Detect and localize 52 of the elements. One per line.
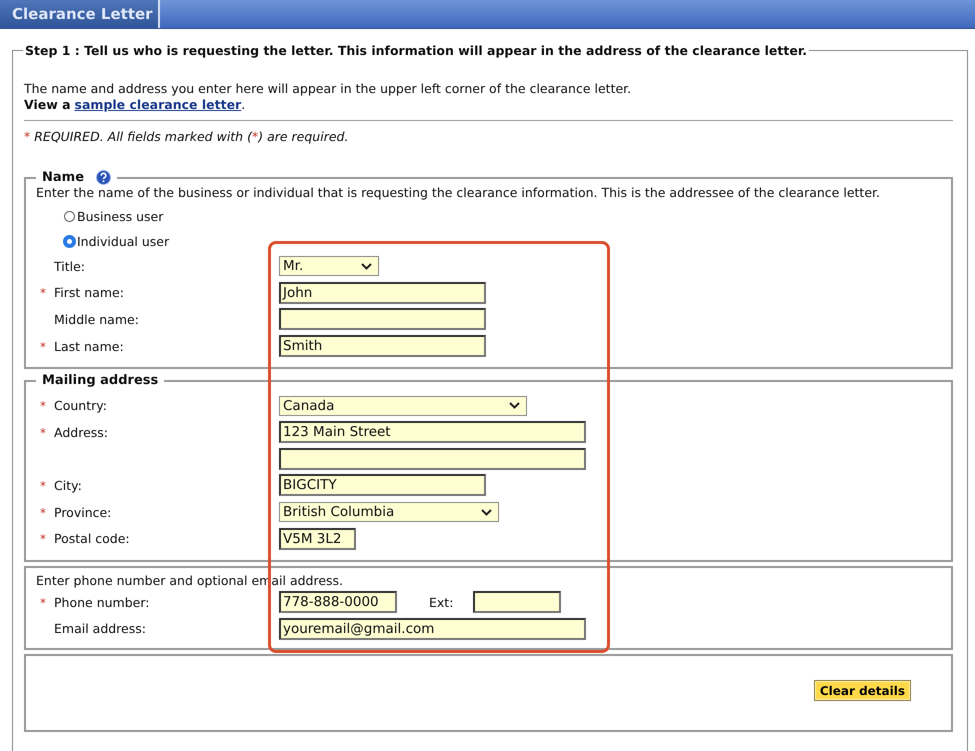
field-label: Ext: (429, 594, 454, 610)
section-heading: Mailing address (42, 373, 158, 388)
text-field[interactable]: youremail@gmail.com (279, 618, 586, 640)
field-label: Postal code: (54, 531, 130, 546)
text-field[interactable]: 123 Main Street (279, 421, 586, 444)
phone-field[interactable]: 778-888-0000 (279, 591, 397, 614)
page-tab[interactable]: Clearance Letter (0, 0, 160, 28)
step-heading: Step 1 : Tell us who is requesting the letter. This information will appear in the address of the clearance letter. (24, 43, 808, 58)
clear-details-button[interactable]: Clear details (814, 680, 911, 702)
field-label: Address: (54, 424, 108, 440)
required-mark: * (40, 532, 46, 546)
section-heading: Name (42, 170, 84, 185)
field-label: Email address: (54, 621, 146, 636)
field-label: City: (54, 478, 82, 493)
chevron-down-icon (481, 508, 492, 516)
field-label: Last name: (54, 338, 124, 354)
text-field[interactable]: BIGCITY (279, 474, 486, 496)
required-mark: * (40, 399, 46, 414)
dropdown[interactable]: Mr. (279, 256, 379, 276)
field-label: Phone number: (54, 594, 150, 610)
text-field[interactable] (279, 308, 486, 330)
required-mark: * (40, 286, 46, 300)
chevron-down-icon (361, 262, 372, 270)
extension-field[interactable] (473, 591, 562, 614)
required-mark: * (40, 340, 46, 354)
text-field[interactable]: V5M 3L2 (279, 528, 356, 550)
intro-text: The name and address you enter here will appear in the upper left corner of the clearance letter. (24, 81, 632, 97)
user-type-option[interactable]: Individual user (64, 231, 951, 251)
required-note: * REQUIRED. All fields marked with (*) are required. (24, 129, 350, 144)
punctuation: . (241, 97, 246, 112)
chevron-down-icon (509, 402, 520, 410)
required-mark: * (40, 506, 46, 520)
field-label: Title: (54, 258, 85, 274)
dropdown[interactable]: Canada (279, 396, 527, 416)
sample-letter-link[interactable]: sample clearance letter (74, 97, 242, 112)
user-type-option[interactable]: Business user (64, 206, 951, 226)
required-mark: * (40, 596, 46, 610)
required-mark: * (40, 478, 46, 493)
help-icon[interactable] (96, 170, 112, 185)
field-label: Country: (54, 398, 107, 414)
section-description: Enter the name of the business or individual that is requesting the clearance information. This is the addressee of the clearance letter. (36, 185, 881, 201)
field-label: Middle name: (54, 312, 139, 327)
text-field[interactable]: John (279, 282, 486, 304)
radio-button[interactable] (64, 210, 75, 222)
field-label: First name: (54, 285, 124, 300)
text-field[interactable] (279, 448, 586, 470)
radio-button[interactable] (64, 236, 75, 246)
text-field[interactable]: Smith (279, 335, 486, 358)
dropdown[interactable]: British Columbia (279, 502, 499, 522)
field-label: Province: (54, 504, 112, 520)
sample-prefix: View a (24, 97, 71, 112)
required-mark: * (40, 426, 46, 440)
